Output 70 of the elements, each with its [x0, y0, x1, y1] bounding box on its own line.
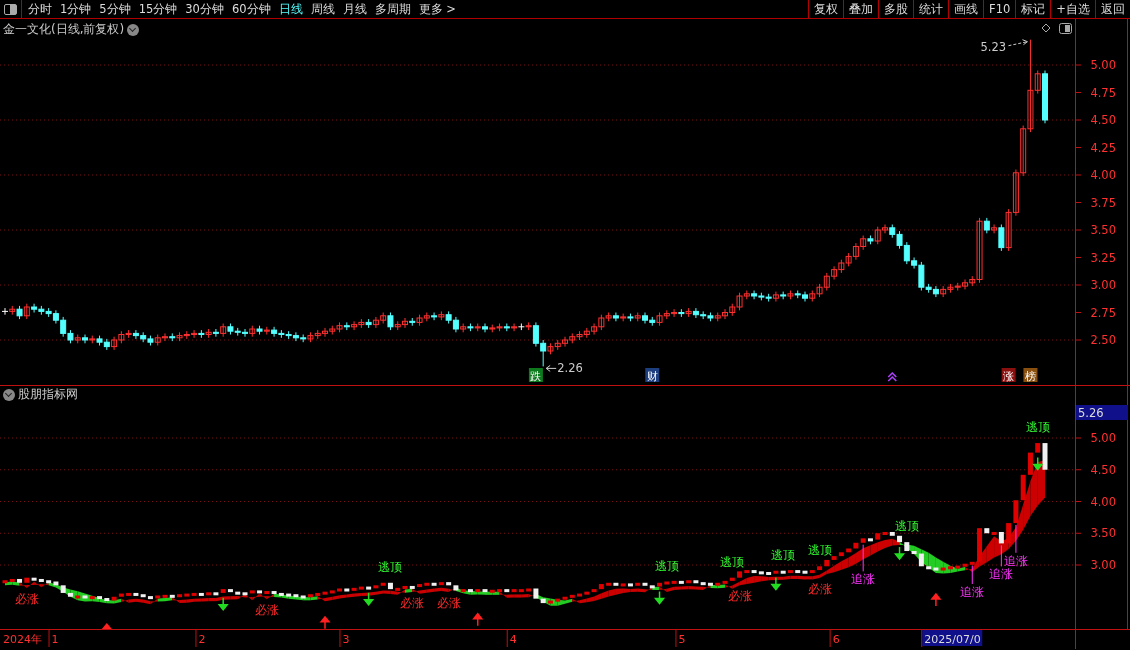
signal-label: 逃顶 [720, 554, 745, 569]
axis-label: 3.50 [1090, 526, 1116, 541]
date-label: 2025/07/0 [922, 630, 983, 646]
cursor-value-label: 5.26 [1076, 405, 1128, 420]
toolbar-button[interactable]: 复权 [808, 0, 844, 18]
axis-label: 4.00 [1090, 494, 1116, 509]
toolbar-button[interactable]: 叠加 [843, 0, 879, 18]
axis-label: 2.50 [1090, 333, 1116, 347]
signal-label: 逃顶 [771, 547, 796, 562]
period-tab[interactable]: 周线 [310, 1, 335, 17]
toolbar-button[interactable]: 统计 [913, 0, 949, 18]
period-tab[interactable]: 5分钟 [99, 1, 131, 17]
signal-label: 追涨 [960, 585, 985, 599]
period-tab[interactable]: 日线 [278, 1, 303, 17]
signal-label: 追涨 [989, 567, 1014, 582]
signal-label: 必涨 [400, 595, 425, 610]
period-tab[interactable]: 月线 [342, 1, 367, 17]
toolbar-button[interactable]: 画线 [948, 0, 984, 18]
period-tab[interactable]: 1分钟 [60, 1, 92, 17]
axis-label: 4.50 [1090, 113, 1116, 127]
axis-label: 5.00 [1090, 431, 1116, 445]
axis-label: 3.00 [1090, 278, 1116, 292]
signal-label: 必涨 [436, 595, 461, 610]
event-badge[interactable]: 跌 [528, 368, 543, 383]
toolbar-button[interactable]: 返回 [1095, 0, 1130, 18]
axis-label: 3 [342, 633, 350, 646]
axis-label: 2.75 [1090, 305, 1116, 320]
axis-label: 3.75 [1090, 195, 1116, 210]
toolbar-button[interactable]: 多股 [878, 0, 914, 18]
signal-label: 逃顶 [807, 543, 832, 558]
price-label: 5.23 [980, 39, 1007, 54]
period-tab[interactable]: 分时 [28, 1, 52, 17]
signal-label: 逃顶 [1025, 420, 1050, 435]
axis-label: 3.00 [1090, 558, 1116, 572]
axis-label: 6 [832, 633, 840, 646]
event-badge[interactable]: 涨 [1001, 368, 1016, 383]
period-tab[interactable]: 更多 > [418, 1, 456, 17]
indicator-title: 股朋指标网 [18, 386, 78, 403]
signal-label: 必涨 [727, 589, 752, 604]
price-label: 2.26 [557, 361, 583, 376]
axis-label: 4.25 [1090, 140, 1116, 155]
toolbar-button[interactable]: 标记 [1015, 0, 1051, 18]
axis-label: 2024年 [3, 633, 42, 646]
signal-label: 必涨 [14, 592, 39, 607]
signal-label: 追涨 [1003, 553, 1028, 568]
axis-label: 1 [51, 633, 59, 646]
axis-label: 3.50 [1090, 223, 1116, 237]
axis-label: 4.00 [1090, 168, 1116, 182]
signal-label: 追涨 [851, 572, 876, 587]
axis-label: 4.75 [1090, 85, 1116, 100]
axis-label: 3.25 [1090, 250, 1116, 265]
signal-label: 必涨 [807, 581, 832, 596]
axis-label: 4.50 [1090, 462, 1116, 477]
toolbar-button[interactable]: F10 [983, 0, 1016, 18]
period-tab[interactable]: 30分钟 [185, 1, 224, 17]
axis-label: 5.00 [1090, 58, 1116, 72]
axis-label: 2 [198, 633, 206, 646]
period-tab[interactable]: 60分钟 [231, 1, 271, 17]
axis-label: 4 [509, 633, 517, 646]
event-badge[interactable]: 财 [645, 368, 660, 383]
chart-title: 金一文化(日线,前复权) [3, 21, 125, 38]
axis-label: 5 [678, 633, 686, 646]
signal-label: 逃顶 [378, 559, 403, 574]
signal-label: 逃顶 [654, 558, 679, 573]
period-tab[interactable]: 多周期 [374, 1, 411, 17]
signal-label: 逃顶 [894, 519, 919, 534]
event-badge[interactable]: 榜 [1023, 368, 1038, 383]
toolbar-button[interactable]: +自选 [1050, 0, 1095, 18]
signal-label: 必涨 [254, 603, 279, 618]
period-tab[interactable]: 15分钟 [138, 1, 178, 17]
